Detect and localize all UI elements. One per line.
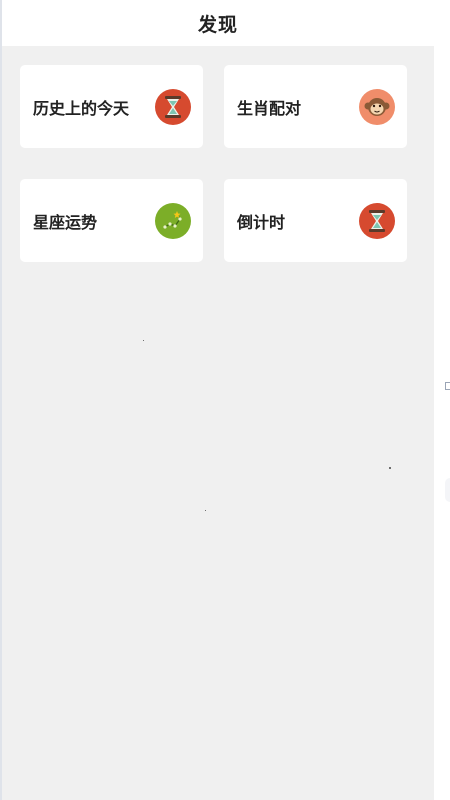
hourglass-icon: [359, 202, 395, 239]
screen: 发现 历史上的今天 生肖配对 星座运势 倒计时: [0, 0, 450, 800]
card-label: 倒计时: [237, 212, 286, 232]
dust-speck: [205, 510, 206, 511]
monkey-icon: [359, 88, 395, 125]
dust-speck: [143, 340, 144, 341]
card-zodiac-match[interactable]: 生肖配对: [224, 65, 407, 148]
card-history-today[interactable]: 历史上的今天: [20, 65, 203, 148]
card-label: 生肖配对: [237, 98, 302, 118]
edge-grip[interactable]: [445, 478, 450, 502]
dust-speck: [389, 467, 391, 469]
discover-page: 发现 历史上的今天 生肖配对 星座运势 倒计时: [2, 0, 434, 800]
card-countdown[interactable]: 倒计时: [224, 179, 407, 262]
hourglass-icon: [155, 88, 191, 125]
constellation-icon: [155, 202, 191, 239]
side-panel-edge: [434, 0, 450, 800]
edge-handle[interactable]: [445, 382, 450, 390]
top-bar: 发现: [2, 0, 434, 46]
card-label: 星座运势: [33, 212, 98, 232]
card-label: 历史上的今天: [33, 98, 130, 118]
page-title: 发现: [197, 13, 238, 36]
feature-grid: 历史上的今天 生肖配对 星座运势 倒计时: [20, 65, 408, 262]
card-horoscope[interactable]: 星座运势: [20, 179, 203, 262]
